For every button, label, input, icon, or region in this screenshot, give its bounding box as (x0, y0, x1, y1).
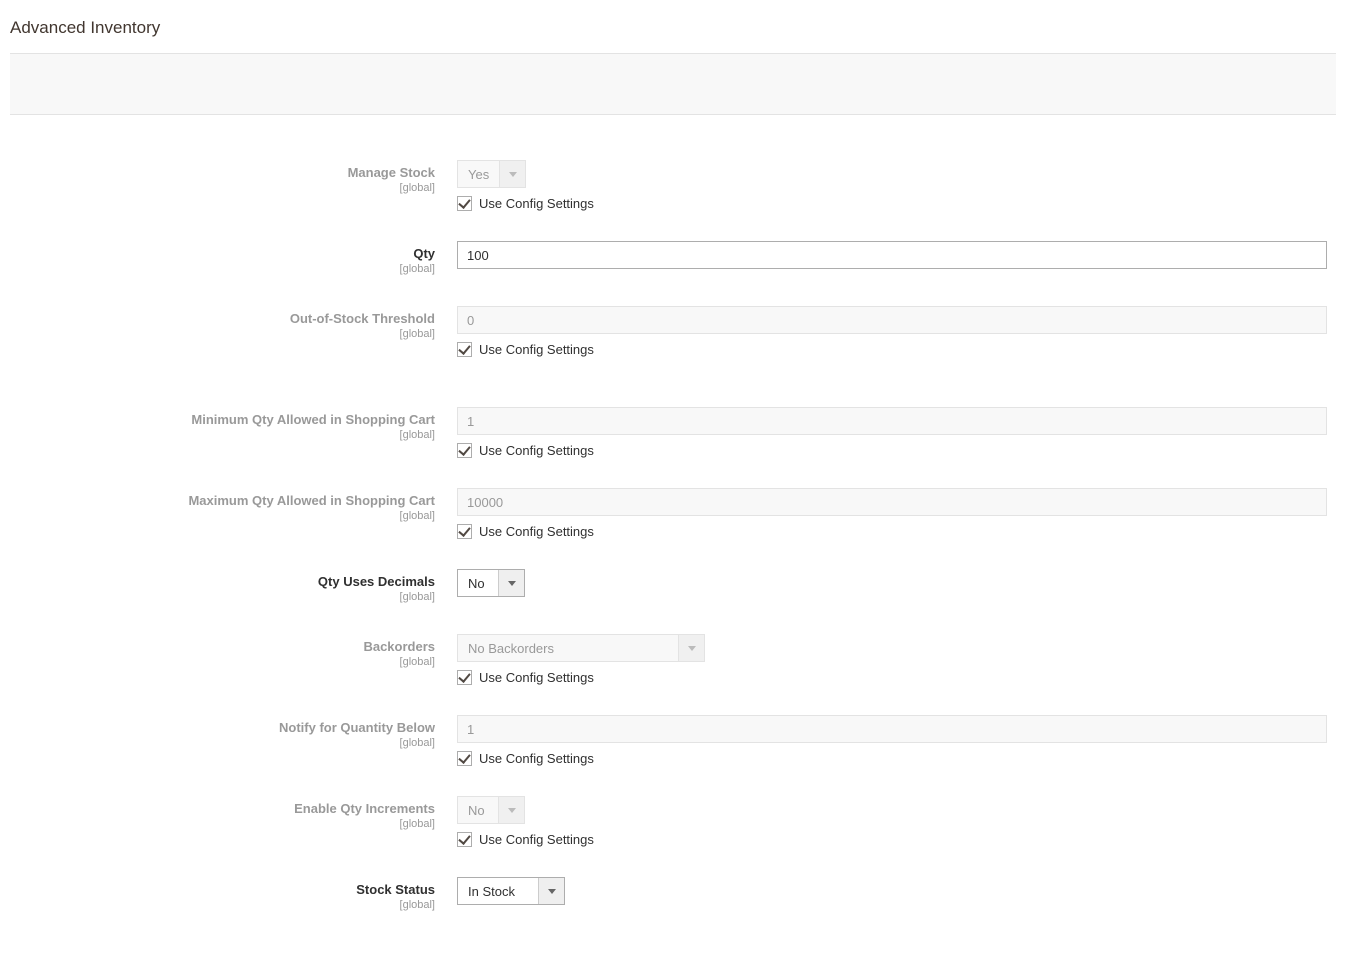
enable-increments-select: No (457, 796, 525, 824)
use-config-label: Use Config Settings (479, 342, 594, 357)
use-config-label: Use Config Settings (479, 524, 594, 539)
chevron-down-icon (499, 161, 525, 187)
page-title: Advanced Inventory (10, 10, 1336, 53)
scope-label: [global] (10, 182, 435, 195)
scope-label: [global] (10, 656, 435, 669)
field-max-qty: Maximum Qty Allowed in Shopping Cart [gl… (10, 488, 1336, 539)
qty-decimals-select[interactable]: No (457, 569, 525, 597)
manage-stock-use-config-checkbox[interactable] (457, 196, 472, 211)
chevron-down-icon[interactable] (498, 570, 524, 596)
field-out-of-stock-threshold: Out-of-Stock Threshold [global] Use Conf… (10, 306, 1336, 357)
scope-label: [global] (10, 818, 435, 831)
stock-status-select[interactable]: In Stock (457, 877, 565, 905)
chevron-down-icon[interactable] (538, 878, 564, 904)
use-config-label: Use Config Settings (479, 751, 594, 766)
label-qty: Qty (10, 246, 435, 263)
notice-banner (10, 53, 1336, 115)
field-qty: Qty [global] (10, 241, 1336, 276)
notify-below-input (457, 715, 1327, 743)
field-qty-decimals: Qty Uses Decimals [global] No (10, 569, 1336, 604)
label-notify-below: Notify for Quantity Below (10, 720, 435, 737)
scope-label: [global] (10, 263, 435, 276)
enable-increments-use-config-checkbox[interactable] (457, 832, 472, 847)
field-min-qty: Minimum Qty Allowed in Shopping Cart [gl… (10, 407, 1336, 458)
label-enable-increments: Enable Qty Increments (10, 801, 435, 818)
field-enable-increments: Enable Qty Increments [global] No Use Co… (10, 796, 1336, 847)
label-backorders: Backorders (10, 639, 435, 656)
label-out-of-stock-threshold: Out-of-Stock Threshold (10, 311, 435, 328)
advanced-inventory-panel: Advanced Inventory Manage Stock [global]… (0, 0, 1346, 962)
qty-input[interactable] (457, 241, 1327, 269)
scope-label: [global] (10, 899, 435, 912)
min-qty-input (457, 407, 1327, 435)
use-config-label: Use Config Settings (479, 196, 594, 211)
backorders-select: No Backorders (457, 634, 705, 662)
field-notify-below: Notify for Quantity Below [global] Use C… (10, 715, 1336, 766)
label-qty-decimals: Qty Uses Decimals (10, 574, 435, 591)
out-of-stock-use-config-checkbox[interactable] (457, 342, 472, 357)
min-qty-use-config-checkbox[interactable] (457, 443, 472, 458)
use-config-label: Use Config Settings (479, 832, 594, 847)
max-qty-use-config-checkbox[interactable] (457, 524, 472, 539)
manage-stock-select: Yes (457, 160, 526, 188)
chevron-down-icon (678, 635, 704, 661)
field-manage-stock: Manage Stock [global] Yes Use Config Set… (10, 160, 1336, 211)
scope-label: [global] (10, 510, 435, 523)
label-max-qty: Maximum Qty Allowed in Shopping Cart (10, 493, 435, 510)
out-of-stock-threshold-input (457, 306, 1327, 334)
notify-below-use-config-checkbox[interactable] (457, 751, 472, 766)
scope-label: [global] (10, 429, 435, 442)
label-manage-stock: Manage Stock (10, 165, 435, 182)
form: Manage Stock [global] Yes Use Config Set… (10, 160, 1336, 912)
use-config-label: Use Config Settings (479, 670, 594, 685)
field-backorders: Backorders [global] No Backorders Use Co… (10, 634, 1336, 685)
scope-label: [global] (10, 737, 435, 750)
label-min-qty: Minimum Qty Allowed in Shopping Cart (10, 412, 435, 429)
scope-label: [global] (10, 591, 435, 604)
backorders-use-config-checkbox[interactable] (457, 670, 472, 685)
field-stock-status: Stock Status [global] In Stock (10, 877, 1336, 912)
label-stock-status: Stock Status (10, 882, 435, 899)
scope-label: [global] (10, 328, 435, 341)
chevron-down-icon (498, 797, 524, 823)
max-qty-input (457, 488, 1327, 516)
use-config-label: Use Config Settings (479, 443, 594, 458)
